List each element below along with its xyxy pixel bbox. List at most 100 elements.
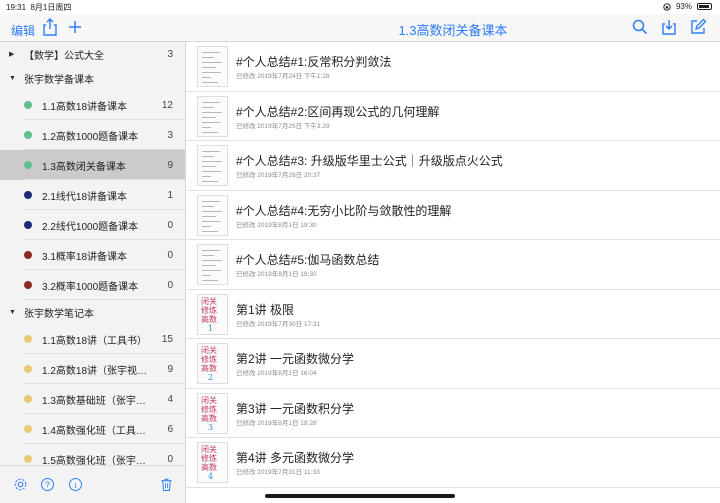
note-row[interactable]: 闭关 修炼 高数 3 第3讲 一元函数积分学 已修改 2019年8月1日 19:28 <box>187 389 720 438</box>
color-dot-icon <box>24 395 32 403</box>
status-right: 93% <box>663 2 712 11</box>
share-icon[interactable] <box>40 17 60 37</box>
note-title: 第1讲 极限 <box>236 302 295 317</box>
item-count: 6 <box>167 423 173 435</box>
note-row[interactable]: #个人总结#3: 升级版华里士公式｜升级版点火公式已修改 2019年7月28日 … <box>187 141 720 191</box>
sidebar-item[interactable]: 1.1高数18讲备课本 12 <box>0 90 185 120</box>
gear-icon[interactable] <box>13 477 28 492</box>
note-page-thumbnail <box>197 46 228 87</box>
svg-text:?: ? <box>45 481 50 490</box>
orientation-lock-icon <box>663 2 671 11</box>
sidebar-item-label: 2.1线代18讲备课本 <box>42 191 128 203</box>
item-count: 3 <box>167 48 173 60</box>
color-dot-icon <box>24 251 32 259</box>
thumbnail-line <box>202 156 214 157</box>
thumbnail-line <box>202 57 214 58</box>
thumbnail-line <box>202 250 220 251</box>
battery-icon <box>697 3 712 10</box>
thumbnail-line <box>202 171 221 172</box>
sidebar-item-label: 1.2高数18讲（张宇视频… <box>42 365 149 377</box>
note-title: #个人总结#3: 升级版华里士公式｜升级版点火公式 <box>236 154 503 168</box>
note-modified-date: 已修改 2019年7月28日 20:37 <box>236 172 321 179</box>
status-clock: 19:31 <box>6 3 27 12</box>
thumbnail-line <box>202 225 211 227</box>
search-icon[interactable] <box>630 17 650 37</box>
sidebar-item-label: 1.4高数强化班（工具书） <box>42 425 149 437</box>
color-dot-icon <box>24 101 32 109</box>
thumbnail-line <box>202 77 211 78</box>
sidebar-item[interactable]: 1.3高数基础班（张宇视… 4 <box>0 384 185 414</box>
nav-bar: 编辑 1.3高数闭关备课本 <box>0 14 720 42</box>
sidebar-item[interactable]: 1.1高数18讲（工具书） 15 <box>0 324 185 354</box>
info-icon[interactable]: i <box>68 477 83 492</box>
sidebar-item[interactable]: 1.2高数18讲（张宇视频… 9 <box>0 354 185 384</box>
compose-icon[interactable] <box>688 17 708 37</box>
note-page-thumbnail <box>197 194 228 236</box>
sidebar-item[interactable]: 2.2线代1000题备课本 0 <box>0 210 185 240</box>
note-list: #个人总结#1:反常积分判敛法 已修改 2019年7月24日 下午1:28 #个人总… <box>187 42 720 503</box>
disclosure-right-icon[interactable]: ▶ <box>9 50 18 58</box>
sidebar-group[interactable]: ▼ 张宇数学笔记本 <box>0 300 185 324</box>
note-row[interactable]: #个人总结#2:区间再现公式的几何理解 已修改 2019年7月25日 下午3:29 <box>187 92 720 141</box>
sidebar-item[interactable]: 3.2概率1000题备课本 0 <box>0 270 185 300</box>
sidebar-item[interactable]: 1.5高数强化班（张宇视… 0 <box>0 444 185 465</box>
cover-text: 4 <box>208 472 214 481</box>
item-count: 0 <box>167 279 173 291</box>
help-icon[interactable]: ? <box>40 477 55 492</box>
sidebar-item-label: 1.3高数闭关备课本 <box>42 161 126 173</box>
thumbnail-line <box>202 280 218 281</box>
note-title: #个人总结#5:伽马函数总结 <box>236 253 380 267</box>
note-modified-date: 已修改 2019年7月30日 17:31 <box>236 320 321 328</box>
sidebar-item[interactable]: 3.1概率18讲备课本 0 <box>0 240 185 270</box>
note-row[interactable]: #个人总结#1:反常积分判敛法 已修改 2019年7月24日 下午1:28 <box>187 42 720 92</box>
note-page-thumbnail <box>197 145 228 186</box>
color-dot-icon <box>24 425 32 433</box>
thumbnail-line <box>202 210 222 212</box>
note-cover-thumbnail: 闭关 修炼 高数 1 <box>197 293 228 335</box>
sidebar-item-label: 3.2概率1000题备课本 <box>42 281 139 293</box>
home-indicator <box>265 494 455 498</box>
note-cover-thumbnail: 闭关 修炼 高数 3 <box>197 392 228 434</box>
note-row[interactable]: 闭关 修炼 高数 1 第1讲 极限已修改 2019年7月30日 17:31 <box>187 290 720 339</box>
note-row[interactable]: #个人总结#4:无穷小比阶与敛散性的理解 已修改 2019年8月1日 19:30 <box>187 191 720 240</box>
trash-icon[interactable] <box>159 477 174 492</box>
sidebar-group[interactable]: ▶ 【数学】公式大全 3 <box>0 42 185 66</box>
thumbnail-line <box>202 161 222 162</box>
thumbnail-line <box>202 166 216 167</box>
item-count: 0 <box>167 453 173 465</box>
sidebar-item[interactable]: 1.2高数1000题备课本 3 <box>0 120 185 150</box>
note-row[interactable]: 闭关 修炼 高数 4 第4讲 多元函数微分学 已修改 2019年7月31日 11:33 <box>187 438 720 488</box>
status-time: 19:31 8月1日周四 <box>6 2 71 13</box>
thumbnail-line <box>202 121 221 123</box>
sidebar-item[interactable]: 2.1线代18讲备课本 1 <box>0 180 185 210</box>
sidebar-item[interactable]: 1.3高数闭关备课本 9 <box>0 150 185 180</box>
edit-button[interactable]: 编辑 <box>11 22 35 39</box>
note-title: #个人总结#4:无穷小比阶与敛散性的理解 <box>236 203 452 218</box>
sidebar-item-label: 1.5高数强化班（张宇视… <box>42 455 149 466</box>
disclosure-down-icon[interactable]: ▼ <box>9 75 18 82</box>
sidebar-item[interactable]: 1.4高数强化班（工具书） 6 <box>0 414 185 444</box>
thumbnail-line <box>202 151 220 152</box>
color-dot-icon <box>24 281 32 289</box>
thumbnail-line <box>202 270 221 271</box>
thumbnail-line <box>202 62 222 63</box>
disclosure-down-icon[interactable]: ▼ <box>9 309 18 316</box>
cover-text: 闭关 <box>201 395 217 405</box>
thumbnail-line <box>202 265 216 266</box>
thumbnail-line <box>202 82 218 83</box>
sidebar-list: ▶ 【数学】公式大全 3 ▼ 张宇数学备课本 1.1高数18讲备课本 12 1.2高数1000… <box>0 42 185 465</box>
item-count: 12 <box>161 99 173 111</box>
sidebar-group[interactable]: ▼ 张宇数学备课本 <box>0 66 185 90</box>
note-title: 第4讲 多元函数微分学 <box>236 451 355 465</box>
plus-icon[interactable] <box>65 17 85 37</box>
sidebar-item-label: 1.1高数18讲备课本 <box>42 101 128 113</box>
note-row[interactable]: #个人总结#5:伽马函数总结已修改 2019年8月1日 19:30 <box>187 240 720 290</box>
thumbnail-line <box>202 215 216 217</box>
thumbnail-line <box>202 181 218 182</box>
note-modified-date: 已修改 2019年8月1日 19:30 <box>236 271 317 278</box>
note-title: 第3讲 一元函数积分学 <box>236 401 355 416</box>
note-row[interactable]: 闭关 修炼 高数 2 第2讲 一元函数微分学 已修改 2019年8月1日 16:04 <box>187 339 720 389</box>
battery-percent: 93% <box>675 2 692 11</box>
color-dot-icon <box>24 455 32 463</box>
export-icon[interactable] <box>659 17 679 37</box>
